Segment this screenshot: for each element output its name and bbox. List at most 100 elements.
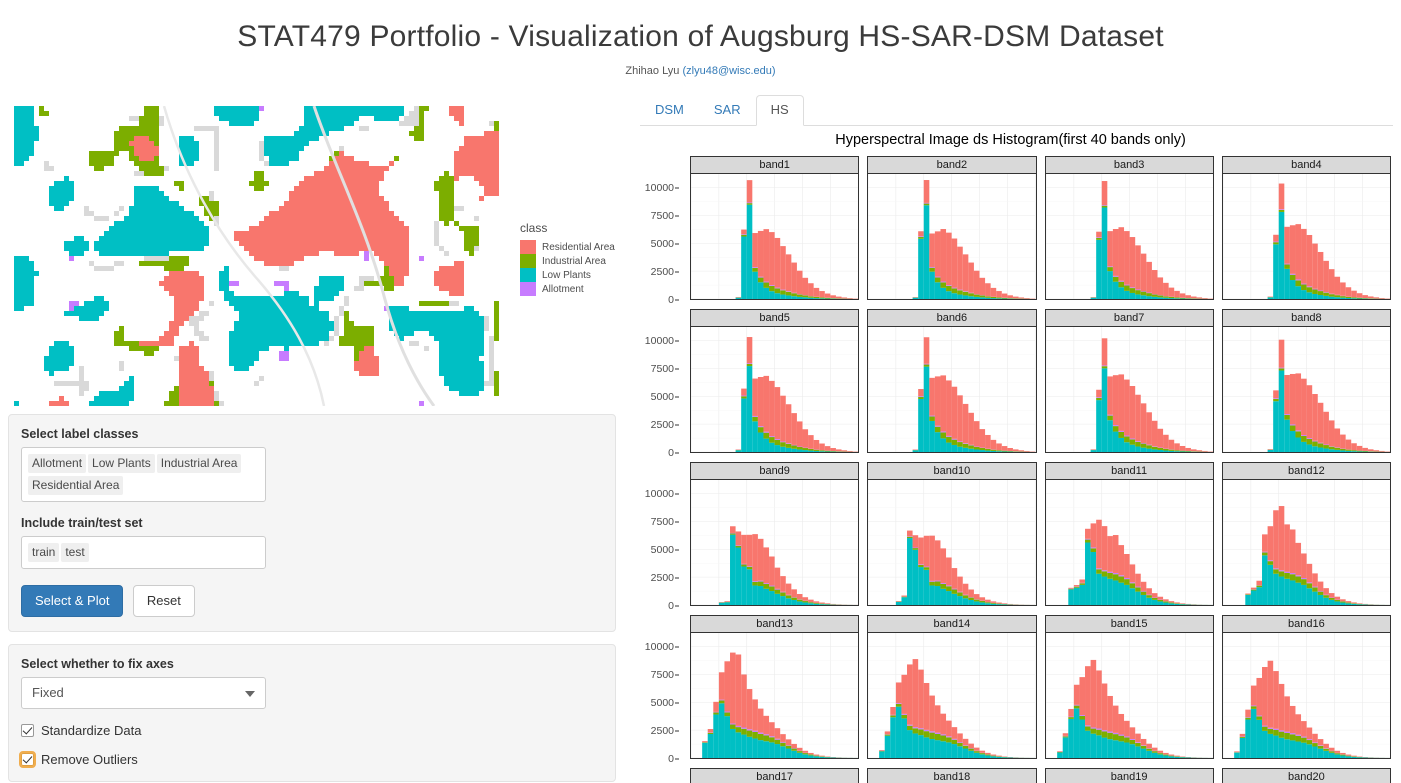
y-tick-label: 2500	[651, 572, 674, 584]
legend-label: Industrial Area	[542, 256, 606, 267]
y-tick-label: 7500	[651, 210, 674, 222]
y-tick-label: 0	[668, 447, 674, 459]
facet-strip-label: band5	[690, 309, 859, 327]
token-item[interactable]: Industrial Area	[157, 454, 242, 473]
facet-panel: band3	[1045, 156, 1214, 300]
y-tick-label: 10000	[645, 335, 674, 347]
y-tick-label: 0	[668, 753, 674, 765]
chart-title: Hyperspectral Image ds Histogram(first 4…	[638, 132, 1401, 148]
facet-strip-label: band15	[1045, 615, 1214, 633]
fix-axes-select[interactable]: Fixed	[21, 677, 266, 709]
facet-panel: band20	[1222, 768, 1391, 783]
legend-swatch	[520, 282, 536, 296]
facet-strip-label: band1	[690, 156, 859, 174]
facet-strip-label: band2	[867, 156, 1036, 174]
facet-panel: band17	[690, 768, 859, 783]
facet-panel: band11	[1045, 462, 1214, 606]
legend-swatch	[520, 254, 536, 268]
remove-outliers-checkbox[interactable]	[21, 753, 34, 766]
facet-strip-label: band12	[1222, 462, 1391, 480]
facet-plot	[1045, 480, 1214, 606]
standardize-checkbox-row[interactable]: Standardize Data	[21, 723, 603, 738]
label-classes-label: Select label classes	[21, 427, 603, 441]
facet-plot	[867, 327, 1036, 453]
facet-plot	[1222, 327, 1391, 453]
y-tick-mark	[675, 396, 679, 397]
legend-swatch	[520, 268, 536, 282]
facet-plot	[1045, 327, 1214, 453]
remove-outliers-checkbox-row[interactable]: Remove Outliers	[21, 752, 603, 767]
left-column: class Residential AreaIndustrial AreaLow…	[0, 96, 630, 783]
y-tick-label: 10000	[645, 641, 674, 653]
y-tick-mark	[675, 215, 679, 216]
y-tick-label: 7500	[651, 363, 674, 375]
facet-strip-label: band6	[867, 309, 1036, 327]
trainset-input[interactable]: traintest	[21, 536, 266, 569]
facet-panel: band18	[867, 768, 1036, 783]
author-email-link[interactable]: (zlyu48@wisc.edu)	[682, 65, 775, 77]
facet-panel: band12	[1222, 462, 1391, 606]
label-classes-input[interactable]: AllotmentLow PlantsIndustrial Area Reside…	[21, 447, 266, 502]
y-tick-label: 2500	[651, 725, 674, 737]
facet-plot	[1045, 174, 1214, 300]
facet-strip-label: band17	[690, 768, 859, 783]
facet-strip-label: band8	[1222, 309, 1391, 327]
y-tick-label: 5000	[651, 391, 674, 403]
legend-item: Low Plants	[520, 268, 615, 282]
facet-panel: band14	[867, 615, 1036, 759]
reset-button[interactable]: Reset	[133, 585, 195, 617]
y-tick-mark	[675, 730, 679, 731]
facet-panel: band2	[867, 156, 1036, 300]
facet-strip-label: band9	[690, 462, 859, 480]
token-item[interactable]: train	[28, 543, 59, 562]
facet-strip-label: band13	[690, 615, 859, 633]
tab-bar: DSMSARHS	[640, 96, 1393, 126]
legend-label: Low Plants	[542, 270, 591, 281]
standardize-checkbox[interactable]	[21, 724, 34, 737]
page-title: STAT479 Portfolio - Visualization of Aug…	[0, 18, 1401, 56]
facet-plot	[867, 480, 1036, 606]
tab-dsm[interactable]: DSM	[640, 95, 699, 126]
token-item[interactable]: Low Plants	[88, 454, 155, 473]
facet-panel: band16	[1222, 615, 1391, 759]
standardize-label: Standardize Data	[41, 723, 141, 738]
y-tick-mark	[675, 271, 679, 272]
legend-label: Residential Area	[542, 242, 615, 253]
y-tick-label: 5000	[651, 238, 674, 250]
token-item[interactable]: test	[61, 543, 88, 562]
select-plot-button[interactable]: Select & Plot	[21, 585, 123, 617]
y-tick-label: 0	[668, 600, 674, 612]
facet-panel: band9	[690, 462, 859, 606]
y-tick-label: 7500	[651, 669, 674, 681]
y-tick-mark	[675, 493, 679, 494]
facet-grid: band1 band2 band3band4 band5 band6 band7 band8…	[690, 156, 1391, 783]
facet-strip-label: band11	[1045, 462, 1214, 480]
facet-panel: band7	[1045, 309, 1214, 453]
tab-hs[interactable]: HS	[756, 95, 804, 126]
facet-plot	[690, 327, 859, 453]
y-tick-mark	[675, 759, 679, 760]
app-root: STAT479 Portfolio - Visualization of Aug…	[0, 18, 1401, 783]
y-tick-mark	[675, 674, 679, 675]
tab-sar[interactable]: SAR	[699, 95, 756, 126]
legend-label: Allotment	[542, 284, 584, 295]
plot-area: Hyperspectral Image ds Histogram(first 4…	[630, 132, 1401, 783]
facet-plot	[1222, 480, 1391, 606]
token-item[interactable]: Allotment	[28, 454, 86, 473]
facet-plot	[1222, 174, 1391, 300]
y-tick-mark	[675, 521, 679, 522]
land-cover-map	[14, 106, 499, 406]
facet-plot	[690, 633, 859, 759]
facet-panel: band4	[1222, 156, 1391, 300]
y-tick-label: 5000	[651, 697, 674, 709]
trainset-label: Include train/test set	[21, 516, 603, 530]
author-line: Zhihao Lyu (zlyu48@wisc.edu)	[0, 65, 1401, 77]
button-row: Select & Plot Reset	[21, 585, 603, 617]
facet-plot	[1045, 633, 1214, 759]
token-item[interactable]: Residential Area	[28, 476, 123, 495]
y-tick-mark	[675, 340, 679, 341]
facet-panel: band10	[867, 462, 1036, 606]
y-tick-label: 10000	[645, 182, 674, 194]
y-tick-mark	[675, 549, 679, 550]
map-svg	[14, 106, 499, 406]
